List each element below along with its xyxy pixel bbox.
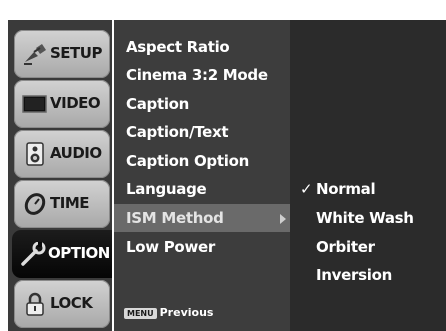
checkmark-icon: ✓ <box>300 180 313 198</box>
menu-item-caption-option[interactable]: Caption Option <box>126 152 249 170</box>
tab-lock[interactable]: LOCK <box>14 280 110 328</box>
tab-label: TIME <box>50 194 90 212</box>
tv-screen-icon <box>22 95 47 113</box>
tab-label: AUDIO <box>50 144 102 162</box>
tab-audio[interactable]: AUDIO <box>14 130 110 178</box>
tab-video[interactable]: VIDEO <box>14 80 110 128</box>
menu-item-cinema-mode[interactable]: Cinema 3:2 Mode <box>126 66 268 84</box>
submenu-item-normal[interactable]: Normal <box>316 180 376 198</box>
category-tabs: SETUP VIDEO AUDIO TIME OPTION LOCK <box>8 20 112 331</box>
wrench-icon <box>21 242 46 266</box>
menu-item-aspect-ratio[interactable]: Aspect Ratio <box>126 38 230 56</box>
clock-icon <box>24 193 46 215</box>
padlock-icon <box>26 292 44 316</box>
tab-label: LOCK <box>50 294 93 312</box>
tab-setup[interactable]: SETUP <box>14 30 110 78</box>
menu-item-language[interactable]: Language <box>126 180 207 198</box>
menu-item-ism-method[interactable]: ISM Method <box>126 209 224 227</box>
osd-menu: SETUP VIDEO AUDIO TIME OPTION LOCK Aspec… <box>8 20 446 331</box>
tab-label: VIDEO <box>50 94 101 112</box>
menu-item-caption[interactable]: Caption <box>126 95 189 113</box>
menu-item-caption-text[interactable]: Caption/Text <box>126 123 229 141</box>
chevron-right-icon <box>280 214 286 224</box>
menu-key-icon: MENU <box>124 307 157 319</box>
submenu-item-white-wash[interactable]: White Wash <box>316 209 414 227</box>
tab-label: OPTION <box>48 244 110 262</box>
tab-time[interactable]: TIME <box>14 180 110 228</box>
ism-submenu: ✓ Normal White Wash Orbiter Inversion <box>290 20 446 331</box>
footer-label: Previous <box>159 306 214 319</box>
speaker-icon <box>26 142 44 166</box>
satellite-icon <box>24 44 46 65</box>
footer-hint: MENU Previous <box>124 306 213 319</box>
submenu-item-orbiter[interactable]: Orbiter <box>316 238 375 256</box>
menu-item-low-power[interactable]: Low Power <box>126 238 215 256</box>
submenu-item-inversion[interactable]: Inversion <box>316 266 392 284</box>
tab-option[interactable]: OPTION <box>12 230 112 278</box>
tab-label: SETUP <box>50 44 102 62</box>
option-menu: Aspect Ratio Cinema 3:2 Mode Caption Cap… <box>112 20 292 331</box>
